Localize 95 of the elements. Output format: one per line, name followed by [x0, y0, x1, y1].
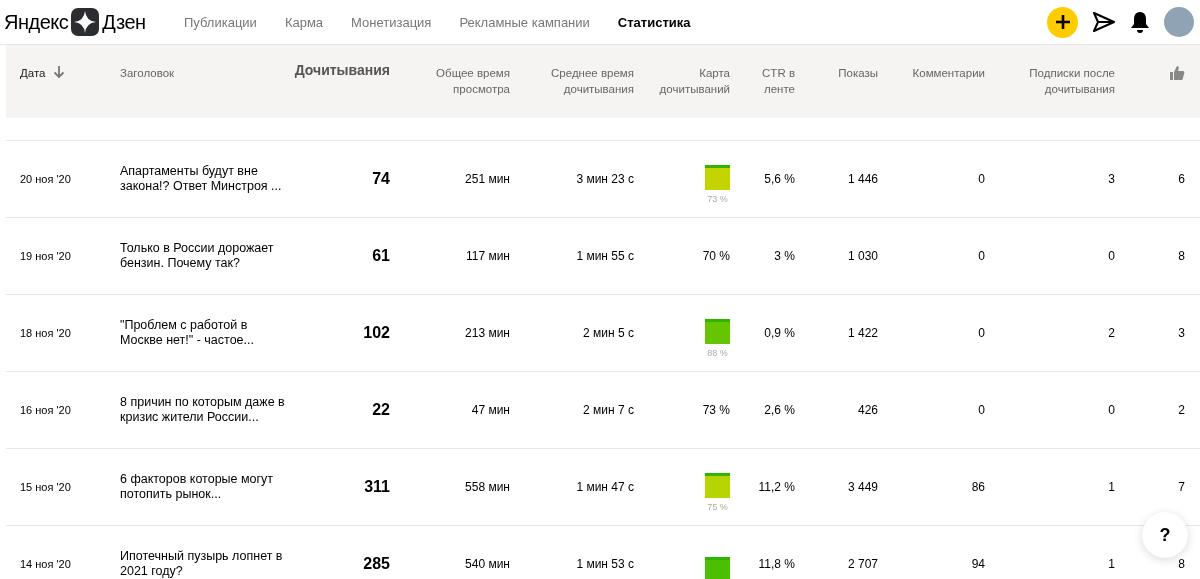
table-cell: 3 мин 23 с	[576, 172, 634, 186]
table-cell: 2	[1108, 326, 1115, 340]
column-header[interactable]: Дочитывания	[294, 62, 390, 78]
avatar[interactable]	[1164, 7, 1194, 37]
read-percent: 73 %	[707, 193, 728, 204]
table-cell: 1 030	[847, 249, 878, 263]
table-cell: 73 %	[702, 403, 730, 417]
table-cell: 11,2 %	[758, 480, 795, 494]
table-cell: 311	[364, 478, 390, 496]
read-map-square[interactable]	[705, 164, 730, 190]
article-title-link[interactable]: Ипотечный пузырь лопнет в 2021 году?	[120, 549, 288, 579]
table-cell: 61	[372, 247, 390, 265]
column-header[interactable]: Карта дочитываний	[634, 65, 730, 97]
table-cell: 0	[978, 249, 985, 263]
column-header[interactable]: Среднее время дочитывания	[524, 65, 634, 97]
table-cell: 3	[1178, 326, 1185, 340]
nav-tab[interactable]: Карма	[284, 14, 324, 30]
table-cell: 213 мин	[465, 326, 510, 340]
table-cell: 94	[971, 557, 985, 571]
table-cell: 74	[372, 170, 390, 188]
add-button[interactable]	[1047, 6, 1078, 38]
table-cell: 47 мин	[471, 403, 510, 417]
table-cell: 3 449	[847, 480, 878, 494]
sort-arrow-icon[interactable]	[53, 65, 66, 79]
table-cell: 16 ноя '20	[20, 404, 71, 416]
nav-tab[interactable]: Публикации	[184, 14, 257, 30]
table-cell: 2	[1178, 403, 1185, 417]
nav-tab[interactable]: Монетизация	[351, 14, 432, 30]
table-cell: 7	[1178, 480, 1185, 494]
table-cell: 0,9 %	[764, 326, 795, 340]
read-percent: 88 %	[707, 347, 728, 358]
table-cell: 19 ноя '20	[20, 250, 71, 262]
table-cell: 2 707	[847, 557, 878, 571]
article-title-link[interactable]: 8 причин по которым даже в кризис жители России...	[120, 395, 288, 425]
send-icon[interactable]	[1092, 11, 1116, 33]
column-header[interactable]: CTR в ленте	[745, 65, 795, 97]
table-cell: 426	[857, 403, 878, 417]
table-cell: 0	[1108, 403, 1115, 417]
logo-text: Дзен	[102, 10, 146, 34]
column-header[interactable]: Показы	[838, 65, 878, 81]
table-cell: 0	[978, 326, 985, 340]
table-cell: 285	[363, 555, 390, 573]
table-cell: 2 мин 7 с	[583, 403, 634, 417]
table-cell: 8	[1178, 557, 1185, 571]
nav-tab[interactable]: Рекламные кампании	[459, 14, 590, 30]
column-header[interactable]: Общее время просмотра	[400, 65, 510, 97]
plus-icon	[1054, 14, 1071, 30]
table-cell: 1	[1108, 480, 1115, 494]
article-title-link[interactable]: "Проблем с работой в Москве нет!" - частое...	[120, 318, 288, 348]
column-header[interactable]: Дата	[20, 65, 46, 81]
table-cell: 0	[1108, 249, 1115, 263]
table-cell: 20 ноя '20	[20, 173, 71, 185]
table-cell: 8	[1178, 249, 1185, 263]
table-cell: 540 мин	[465, 557, 510, 571]
thumbs-up-icon[interactable]	[1169, 65, 1185, 81]
read-map-square[interactable]	[705, 472, 730, 498]
article-title-link[interactable]: Только в России дорожает бензин. Почему так?	[120, 241, 288, 271]
table-cell: 102	[363, 324, 390, 342]
table-cell: 1 мин 53 с	[576, 557, 634, 571]
nav-tab[interactable]: Статистика	[617, 14, 691, 30]
logo-text: Яндекс	[4, 10, 69, 34]
table-cell: 86	[971, 480, 985, 494]
table-cell: 1	[1108, 557, 1115, 571]
table-cell: 2,6 %	[764, 403, 795, 417]
bell-icon[interactable]	[1130, 11, 1150, 33]
read-percent: 75 %	[707, 501, 728, 512]
table-cell: 251 мин	[465, 172, 510, 186]
table-cell: 0	[978, 403, 985, 417]
table-cell: 1 422	[847, 326, 878, 340]
read-map-square[interactable]	[705, 318, 730, 344]
table-cell: 3 %	[774, 249, 795, 263]
column-header[interactable]: Подписки после дочитывания	[1005, 65, 1115, 97]
table-cell: 14 ноя '20	[20, 558, 71, 570]
article-title-link[interactable]: 6 факторов которые могут потопить рынок...	[120, 472, 288, 502]
column-header[interactable]: Комментарии	[912, 65, 985, 81]
article-title-link[interactable]: Апартаменты будут вне закона!? Ответ Минстроя ...	[120, 164, 288, 194]
table-cell: 70 %	[702, 249, 730, 263]
table-cell: 1 мин 47 с	[576, 480, 634, 494]
table-cell: 18 ноя '20	[20, 327, 71, 339]
table-cell: 6	[1178, 172, 1185, 186]
table-cell: 117 мин	[465, 249, 510, 263]
logo-icon	[71, 8, 100, 36]
table-cell: 0	[978, 172, 985, 186]
table-cell: 2 мин 5 с	[583, 326, 634, 340]
help-button[interactable]: ?	[1142, 512, 1188, 558]
read-map-square[interactable]	[705, 556, 730, 579]
table-cell: 22	[372, 401, 390, 419]
table-cell: 5,6 %	[764, 172, 795, 186]
table-cell: 1 мин 55 с	[576, 249, 634, 263]
table-cell: 1 446	[847, 172, 878, 186]
table-cell: 3	[1108, 172, 1115, 186]
table-cell: 11,8 %	[758, 557, 795, 571]
column-header[interactable]: Заголовок	[120, 65, 175, 81]
table-cell: 558 мин	[465, 480, 510, 494]
table-cell: 15 ноя '20	[20, 481, 71, 493]
